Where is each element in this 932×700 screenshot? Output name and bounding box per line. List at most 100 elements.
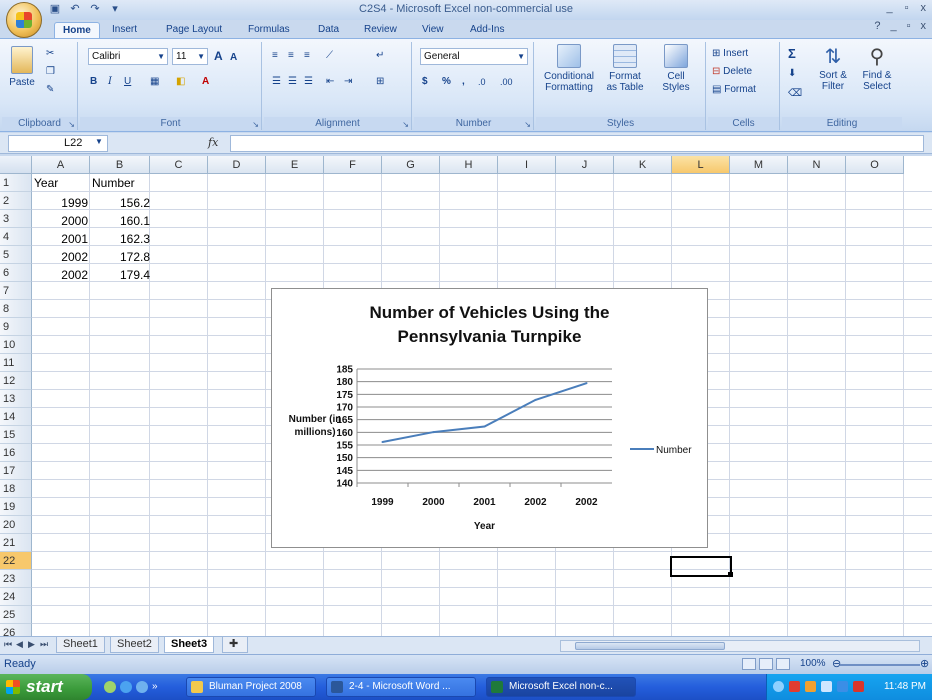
row-header-11[interactable]: 11: [0, 354, 32, 372]
formula-input[interactable]: [230, 135, 924, 152]
align-top-icon[interactable]: ≡: [272, 48, 278, 64]
row-header-6[interactable]: 6: [0, 264, 32, 282]
prev-sheet-icon[interactable]: ◀: [16, 639, 23, 650]
normal-view-icon[interactable]: [742, 658, 756, 670]
fill-icon[interactable]: ⬇: [788, 66, 796, 82]
sort-filter-button[interactable]: ⇅ Sort & Filter: [812, 44, 854, 92]
minimize-button[interactable]: _: [886, 2, 892, 14]
column-header-f[interactable]: F: [324, 156, 382, 174]
column-header-k[interactable]: K: [614, 156, 672, 174]
zoom-slider[interactable]: [840, 664, 920, 666]
align-left-icon[interactable]: ☰: [272, 74, 281, 90]
close-button[interactable]: x: [921, 2, 927, 14]
scroll-thumb[interactable]: [575, 642, 725, 650]
workbook-close-button[interactable]: x: [921, 20, 927, 32]
column-header-g[interactable]: G: [382, 156, 440, 174]
ribbon-minimize-button[interactable]: _: [890, 20, 896, 32]
conditional-formatting-button[interactable]: Conditional Formatting: [540, 44, 598, 93]
row-header-24[interactable]: 24: [0, 588, 32, 606]
column-header-i[interactable]: I: [498, 156, 556, 174]
column-header-c[interactable]: C: [150, 156, 208, 174]
insert-cells-button[interactable]: ⊞ Insert: [712, 46, 748, 62]
row-header-23[interactable]: 23: [0, 570, 32, 588]
insert-function-icon[interactable]: fx: [208, 136, 218, 149]
sheet-tab-sheet1[interactable]: Sheet1: [56, 637, 105, 653]
merge-center-icon[interactable]: ⊞: [376, 74, 384, 90]
align-center-icon[interactable]: ☰: [288, 74, 297, 90]
row-header-21[interactable]: 21: [0, 534, 32, 552]
row-header-5[interactable]: 5: [0, 246, 32, 264]
align-middle-icon[interactable]: ≡: [288, 48, 294, 64]
chevron-down-icon[interactable]: ▼: [95, 137, 103, 146]
last-sheet-icon[interactable]: ⏭: [40, 639, 48, 650]
alignment-launcher-icon[interactable]: ↘: [402, 120, 409, 129]
wrap-text-icon[interactable]: ↵: [376, 48, 384, 64]
monitor-icon[interactable]: [837, 681, 848, 692]
percent-button[interactable]: %: [442, 74, 451, 90]
italic-button[interactable]: I: [108, 74, 112, 90]
number-launcher-icon[interactable]: ↘: [524, 120, 531, 129]
page-layout-view-icon[interactable]: [759, 658, 773, 670]
name-box[interactable]: L22: [8, 135, 108, 152]
help-icon[interactable]: ?: [874, 20, 880, 32]
row-header-14[interactable]: 14: [0, 408, 32, 426]
cell-a5[interactable]: 2002: [34, 250, 88, 264]
tab-page-layout[interactable]: Page Layout: [158, 22, 230, 38]
chart-object[interactable]: Number of Vehicles Using the Pennsylvani…: [271, 288, 708, 548]
tab-formulas[interactable]: Formulas: [240, 22, 298, 38]
antivirus-icon[interactable]: [853, 681, 864, 692]
sheet-tab-sheet2[interactable]: Sheet2: [110, 637, 159, 653]
ribbon-restore-button[interactable]: ▫: [907, 20, 911, 32]
update-icon[interactable]: [805, 681, 816, 692]
worksheet-grid[interactable]: ABCDEFGHIJKLMNO 1 2 3 4 5 6 7 8 9 10 11 12 13 14 15 16 1…: [0, 156, 932, 636]
row-header-22[interactable]: 22: [0, 552, 32, 570]
row-header-3[interactable]: 3: [0, 210, 32, 228]
cell-b4[interactable]: 162.3: [92, 232, 150, 246]
row-header-17[interactable]: 17: [0, 462, 32, 480]
align-bottom-icon[interactable]: ≡: [304, 48, 310, 64]
first-sheet-icon[interactable]: ⏮: [4, 639, 12, 650]
decrease-indent-icon[interactable]: ⇤: [326, 74, 334, 90]
decrease-decimal-button[interactable]: .00: [500, 74, 513, 90]
font-color-icon[interactable]: A: [202, 74, 209, 90]
bold-button[interactable]: B: [90, 74, 97, 90]
comma-button[interactable]: ,: [462, 74, 465, 90]
borders-icon[interactable]: ▦: [150, 74, 159, 90]
clear-icon[interactable]: ⌫: [788, 86, 802, 102]
row-header-12[interactable]: 12: [0, 372, 32, 390]
paste-button[interactable]: Paste: [6, 46, 38, 88]
tab-insert[interactable]: Insert: [104, 22, 145, 38]
office-button[interactable]: [6, 2, 42, 38]
increase-indent-icon[interactable]: ⇥: [344, 74, 352, 90]
tab-view[interactable]: View: [414, 22, 452, 38]
task-word[interactable]: 2-4 - Microsoft Word ...: [326, 677, 476, 697]
task-bluman-project[interactable]: Bluman Project 2008: [186, 677, 316, 697]
network-icon[interactable]: [773, 681, 784, 692]
column-header-m[interactable]: M: [730, 156, 788, 174]
row-header-1[interactable]: 1: [0, 174, 32, 192]
increase-decimal-button[interactable]: .0: [478, 74, 486, 90]
tab-add-ins[interactable]: Add-Ins: [462, 22, 512, 38]
format-as-table-button[interactable]: Format as Table: [600, 44, 650, 93]
row-header-2[interactable]: 2: [0, 192, 32, 210]
cell-b2[interactable]: 156.2: [92, 196, 150, 210]
select-all-button[interactable]: [0, 156, 32, 174]
row-header-19[interactable]: 19: [0, 498, 32, 516]
cell-b5[interactable]: 172.8: [92, 250, 150, 264]
delete-cells-button[interactable]: ⊟ Delete: [712, 64, 752, 80]
font-size-select[interactable]: 11 ▼: [172, 48, 208, 65]
cut-icon[interactable]: ✂: [46, 48, 54, 59]
security-icon[interactable]: [789, 681, 800, 692]
page-break-view-icon[interactable]: [776, 658, 790, 670]
quick-launch-ie-icon[interactable]: [120, 681, 132, 693]
copy-icon[interactable]: ❐: [46, 66, 55, 77]
column-header-l[interactable]: L: [672, 156, 730, 174]
cell-b6[interactable]: 179.4: [92, 268, 150, 282]
format-cells-button[interactable]: ▤ Format: [712, 82, 756, 98]
cell-a1[interactable]: Year: [34, 176, 58, 190]
zoom-in-icon[interactable]: ⊕: [920, 657, 929, 670]
orientation-icon[interactable]: ⟋: [326, 48, 333, 64]
row-header-13[interactable]: 13: [0, 390, 32, 408]
find-select-button[interactable]: ⚲ Find & Select: [856, 44, 898, 92]
volume-icon[interactable]: [821, 681, 832, 692]
